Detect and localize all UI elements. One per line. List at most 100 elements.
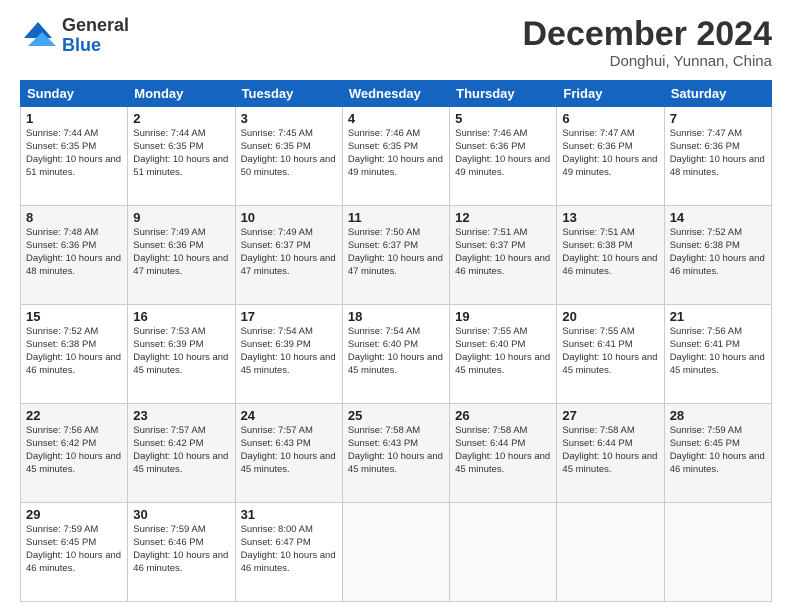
day-number: 22: [26, 408, 122, 423]
day-info: Sunrise: 7:55 AM Sunset: 6:40 PM Dayligh…: [455, 326, 551, 377]
day-number: 17: [241, 309, 337, 324]
calendar-cell: 11 Sunrise: 7:50 AM Sunset: 6:37 PM Dayl…: [342, 206, 449, 305]
day-info: Sunrise: 7:49 AM Sunset: 6:36 PM Dayligh…: [133, 227, 229, 278]
calendar-header-thursday: Thursday: [450, 81, 557, 107]
day-info: Sunrise: 7:56 AM Sunset: 6:42 PM Dayligh…: [26, 425, 122, 476]
day-info: Sunrise: 7:44 AM Sunset: 6:35 PM Dayligh…: [133, 128, 229, 179]
day-info: Sunrise: 7:50 AM Sunset: 6:37 PM Dayligh…: [348, 227, 444, 278]
calendar-cell: [664, 503, 771, 602]
calendar-cell: 13 Sunrise: 7:51 AM Sunset: 6:38 PM Dayl…: [557, 206, 664, 305]
day-info: Sunrise: 7:54 AM Sunset: 6:39 PM Dayligh…: [241, 326, 337, 377]
day-info: Sunrise: 7:51 AM Sunset: 6:38 PM Dayligh…: [562, 227, 658, 278]
calendar-cell: 1 Sunrise: 7:44 AM Sunset: 6:35 PM Dayli…: [21, 107, 128, 206]
calendar-cell: 24 Sunrise: 7:57 AM Sunset: 6:43 PM Dayl…: [235, 404, 342, 503]
calendar-cell: 31 Sunrise: 8:00 AM Sunset: 6:47 PM Dayl…: [235, 503, 342, 602]
calendar-header-friday: Friday: [557, 81, 664, 107]
day-info: Sunrise: 7:47 AM Sunset: 6:36 PM Dayligh…: [562, 128, 658, 179]
day-number: 2: [133, 111, 229, 126]
calendar-cell: 27 Sunrise: 7:58 AM Sunset: 6:44 PM Dayl…: [557, 404, 664, 503]
calendar-header-monday: Monday: [128, 81, 235, 107]
day-info: Sunrise: 7:59 AM Sunset: 6:46 PM Dayligh…: [133, 524, 229, 575]
day-info: Sunrise: 7:58 AM Sunset: 6:43 PM Dayligh…: [348, 425, 444, 476]
day-number: 24: [241, 408, 337, 423]
logo: General Blue: [20, 16, 129, 56]
calendar-cell: 15 Sunrise: 7:52 AM Sunset: 6:38 PM Dayl…: [21, 305, 128, 404]
day-number: 14: [670, 210, 766, 225]
day-number: 13: [562, 210, 658, 225]
day-number: 1: [26, 111, 122, 126]
calendar-cell: 5 Sunrise: 7:46 AM Sunset: 6:36 PM Dayli…: [450, 107, 557, 206]
calendar-table: SundayMondayTuesdayWednesdayThursdayFrid…: [20, 80, 772, 602]
day-number: 28: [670, 408, 766, 423]
day-number: 21: [670, 309, 766, 324]
calendar-cell: 30 Sunrise: 7:59 AM Sunset: 6:46 PM Dayl…: [128, 503, 235, 602]
day-number: 9: [133, 210, 229, 225]
calendar-cell: 21 Sunrise: 7:56 AM Sunset: 6:41 PM Dayl…: [664, 305, 771, 404]
calendar-cell: 29 Sunrise: 7:59 AM Sunset: 6:45 PM Dayl…: [21, 503, 128, 602]
day-number: 3: [241, 111, 337, 126]
calendar-week-row: 8 Sunrise: 7:48 AM Sunset: 6:36 PM Dayli…: [21, 206, 772, 305]
day-info: Sunrise: 7:57 AM Sunset: 6:42 PM Dayligh…: [133, 425, 229, 476]
calendar-header-saturday: Saturday: [664, 81, 771, 107]
calendar-week-row: 22 Sunrise: 7:56 AM Sunset: 6:42 PM Dayl…: [21, 404, 772, 503]
day-number: 10: [241, 210, 337, 225]
day-info: Sunrise: 7:47 AM Sunset: 6:36 PM Dayligh…: [670, 128, 766, 179]
day-info: Sunrise: 7:59 AM Sunset: 6:45 PM Dayligh…: [26, 524, 122, 575]
logo-icon: [20, 18, 56, 54]
day-number: 12: [455, 210, 551, 225]
calendar-cell: [557, 503, 664, 602]
page: General Blue December 2024 Donghui, Yunn…: [0, 0, 792, 612]
calendar-cell: 19 Sunrise: 7:55 AM Sunset: 6:40 PM Dayl…: [450, 305, 557, 404]
day-number: 16: [133, 309, 229, 324]
header: General Blue December 2024 Donghui, Yunn…: [20, 16, 772, 70]
title-area: December 2024 Donghui, Yunnan, China: [522, 16, 772, 70]
day-number: 30: [133, 507, 229, 522]
day-info: Sunrise: 7:48 AM Sunset: 6:36 PM Dayligh…: [26, 227, 122, 278]
calendar-cell: 3 Sunrise: 7:45 AM Sunset: 6:35 PM Dayli…: [235, 107, 342, 206]
day-number: 6: [562, 111, 658, 126]
day-info: Sunrise: 7:46 AM Sunset: 6:36 PM Dayligh…: [455, 128, 551, 179]
day-number: 18: [348, 309, 444, 324]
logo-blue: Blue: [62, 36, 129, 56]
month-title: December 2024: [522, 16, 772, 53]
day-info: Sunrise: 7:52 AM Sunset: 6:38 PM Dayligh…: [670, 227, 766, 278]
day-number: 25: [348, 408, 444, 423]
day-info: Sunrise: 8:00 AM Sunset: 6:47 PM Dayligh…: [241, 524, 337, 575]
calendar-cell: 23 Sunrise: 7:57 AM Sunset: 6:42 PM Dayl…: [128, 404, 235, 503]
calendar-cell: 17 Sunrise: 7:54 AM Sunset: 6:39 PM Dayl…: [235, 305, 342, 404]
day-info: Sunrise: 7:56 AM Sunset: 6:41 PM Dayligh…: [670, 326, 766, 377]
calendar-cell: 16 Sunrise: 7:53 AM Sunset: 6:39 PM Dayl…: [128, 305, 235, 404]
calendar-cell: 25 Sunrise: 7:58 AM Sunset: 6:43 PM Dayl…: [342, 404, 449, 503]
calendar-cell: 4 Sunrise: 7:46 AM Sunset: 6:35 PM Dayli…: [342, 107, 449, 206]
calendar-week-row: 15 Sunrise: 7:52 AM Sunset: 6:38 PM Dayl…: [21, 305, 772, 404]
calendar-header-row: SundayMondayTuesdayWednesdayThursdayFrid…: [21, 81, 772, 107]
calendar-header-tuesday: Tuesday: [235, 81, 342, 107]
day-info: Sunrise: 7:58 AM Sunset: 6:44 PM Dayligh…: [455, 425, 551, 476]
day-info: Sunrise: 7:45 AM Sunset: 6:35 PM Dayligh…: [241, 128, 337, 179]
day-number: 11: [348, 210, 444, 225]
logo-general: General: [62, 16, 129, 36]
calendar-cell: 6 Sunrise: 7:47 AM Sunset: 6:36 PM Dayli…: [557, 107, 664, 206]
day-info: Sunrise: 7:46 AM Sunset: 6:35 PM Dayligh…: [348, 128, 444, 179]
day-number: 20: [562, 309, 658, 324]
day-info: Sunrise: 7:51 AM Sunset: 6:37 PM Dayligh…: [455, 227, 551, 278]
day-info: Sunrise: 7:54 AM Sunset: 6:40 PM Dayligh…: [348, 326, 444, 377]
day-number: 5: [455, 111, 551, 126]
calendar-cell: 9 Sunrise: 7:49 AM Sunset: 6:36 PM Dayli…: [128, 206, 235, 305]
day-number: 15: [26, 309, 122, 324]
logo-text: General Blue: [62, 16, 129, 56]
calendar-cell: 18 Sunrise: 7:54 AM Sunset: 6:40 PM Dayl…: [342, 305, 449, 404]
day-info: Sunrise: 7:55 AM Sunset: 6:41 PM Dayligh…: [562, 326, 658, 377]
location-subtitle: Donghui, Yunnan, China: [522, 53, 772, 70]
day-number: 8: [26, 210, 122, 225]
day-info: Sunrise: 7:52 AM Sunset: 6:38 PM Dayligh…: [26, 326, 122, 377]
day-info: Sunrise: 7:49 AM Sunset: 6:37 PM Dayligh…: [241, 227, 337, 278]
day-info: Sunrise: 7:57 AM Sunset: 6:43 PM Dayligh…: [241, 425, 337, 476]
calendar-cell: 7 Sunrise: 7:47 AM Sunset: 6:36 PM Dayli…: [664, 107, 771, 206]
day-info: Sunrise: 7:58 AM Sunset: 6:44 PM Dayligh…: [562, 425, 658, 476]
calendar-cell: 26 Sunrise: 7:58 AM Sunset: 6:44 PM Dayl…: [450, 404, 557, 503]
day-info: Sunrise: 7:59 AM Sunset: 6:45 PM Dayligh…: [670, 425, 766, 476]
day-number: 4: [348, 111, 444, 126]
calendar-header-sunday: Sunday: [21, 81, 128, 107]
calendar-week-row: 29 Sunrise: 7:59 AM Sunset: 6:45 PM Dayl…: [21, 503, 772, 602]
